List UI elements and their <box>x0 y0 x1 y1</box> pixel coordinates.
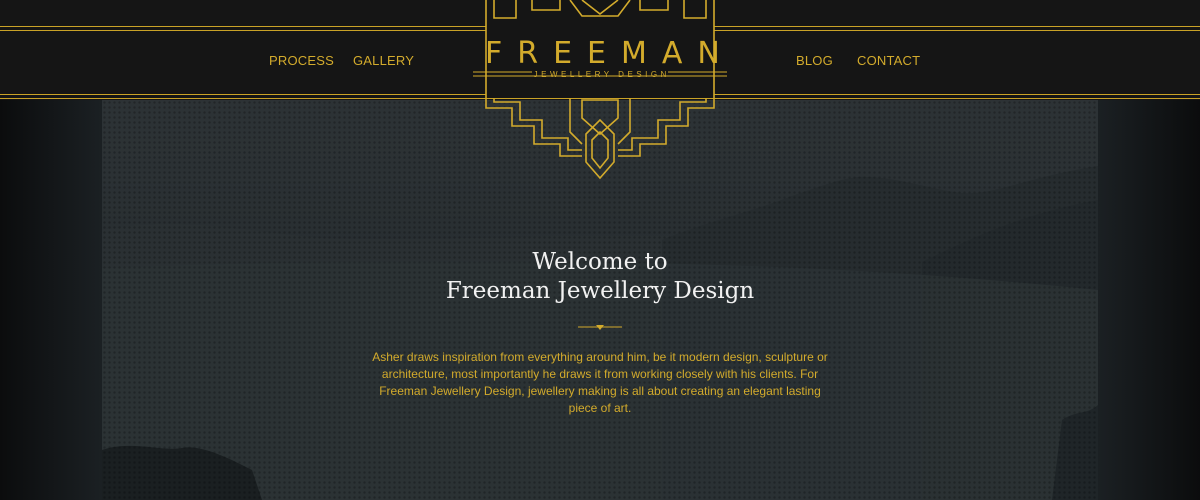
art-deco-logo-emblem[interactable] <box>470 0 730 185</box>
page: PROCESS GALLERY BLOG CONTACT FREEMAN JEW… <box>0 0 1200 500</box>
hero-heading: Welcome to Freeman Jewellery Design <box>300 248 900 306</box>
brand-tagline: JEWELLERY DESIGN <box>533 70 670 79</box>
nav-link-contact[interactable]: CONTACT <box>857 53 920 68</box>
hero-heading-line1: Welcome to <box>532 249 668 275</box>
nav-link-process[interactable]: PROCESS <box>269 53 334 68</box>
hero-heading-line2: Freeman Jewellery Design <box>445 278 755 304</box>
nav-link-blog[interactable]: BLOG <box>796 53 833 68</box>
nav-link-gallery[interactable]: GALLERY <box>353 53 414 68</box>
ornamental-divider-icon <box>578 325 622 330</box>
hero-description: Asher draws inspiration from everything … <box>372 350 828 415</box>
brand-logo[interactable]: FREEMAN <box>470 36 730 71</box>
